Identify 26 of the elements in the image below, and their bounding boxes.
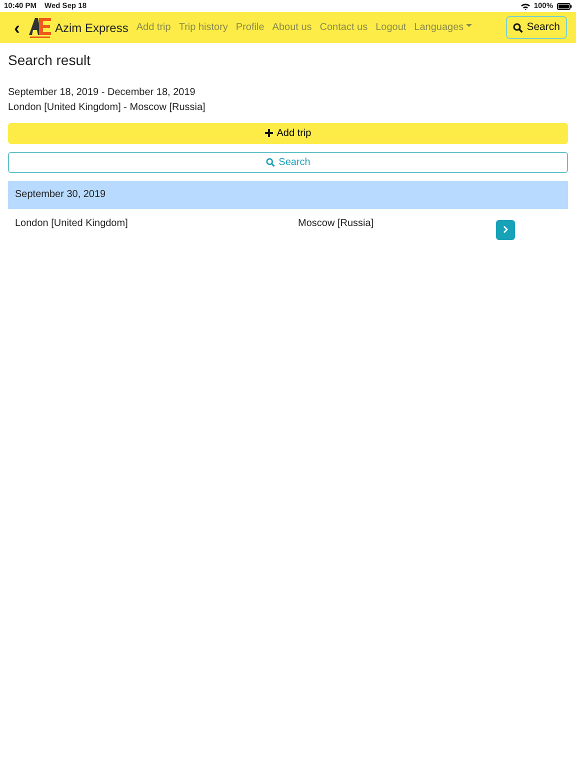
trip-destination: Moscow [Russia] — [298, 216, 375, 231]
open-trip-button[interactable] — [496, 220, 515, 240]
search-icon — [266, 158, 275, 167]
search-icon — [512, 22, 523, 32]
battery-icon — [557, 2, 572, 10]
back-button[interactable]: ‹ — [14, 18, 20, 36]
route-text: London [United Kingdom] - Moscow [Russia] — [8, 100, 206, 115]
search-button[interactable]: Search — [8, 152, 568, 173]
nav-link[interactable]: Logout — [376, 20, 406, 35]
logo-drawing — [28, 16, 52, 38]
nav-link[interactable]: Profile — [236, 20, 264, 35]
date-header: September 30, 2019 — [8, 180, 568, 209]
chevron-right-icon — [503, 226, 508, 233]
nav-link[interactable]: About us — [272, 20, 312, 35]
plus-icon — [264, 129, 273, 138]
wifi-icon — [520, 2, 530, 10]
languages-dropdown[interactable]: Languages — [414, 20, 472, 35]
search-button[interactable]: Search — [506, 16, 567, 40]
page-title: Search result — [8, 52, 92, 69]
add-trip-button[interactable]: Add trip — [8, 122, 568, 144]
nav-link[interactable]: Add trip — [136, 20, 171, 35]
date-range: September 18, 2019 - December 18, 2019 — [8, 86, 196, 100]
brand-name[interactable]: Azim Express — [55, 18, 128, 36]
nav-link[interactable]: Trip history — [178, 20, 228, 35]
nav-link[interactable]: Contact us — [320, 20, 368, 35]
trip-origin: London [United Kingdom] — [15, 216, 129, 231]
